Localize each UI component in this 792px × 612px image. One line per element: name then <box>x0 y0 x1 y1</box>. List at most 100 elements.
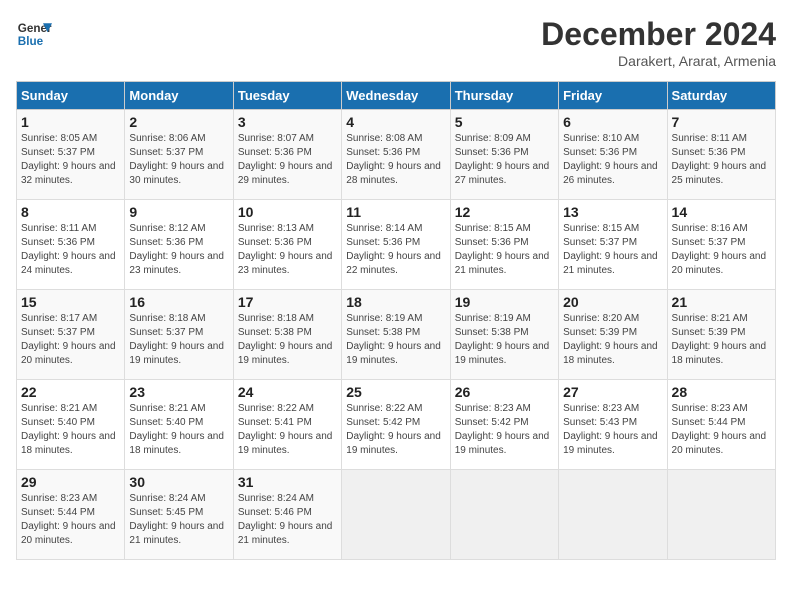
location-subtitle: Darakert, Ararat, Armenia <box>541 53 776 69</box>
day-number: 13 <box>563 204 662 220</box>
day-cell: 27 Sunrise: 8:23 AMSunset: 5:43 PMDaylig… <box>559 380 667 470</box>
day-info: Sunrise: 8:22 AMSunset: 5:41 PMDaylight:… <box>238 402 337 458</box>
day-cell: 1 Sunrise: 8:05 AMSunset: 5:37 PMDayligh… <box>17 110 125 200</box>
day-info: Sunrise: 8:05 AMSunset: 5:37 PMDaylight:… <box>21 132 120 188</box>
logo-icon: General Blue <box>16 16 52 52</box>
header-day-friday: Friday <box>559 82 667 110</box>
calendar-header: SundayMondayTuesdayWednesdayThursdayFrid… <box>17 82 776 110</box>
day-number: 20 <box>563 294 662 310</box>
day-number: 16 <box>129 294 228 310</box>
logo: General Blue <box>16 16 52 52</box>
day-info: Sunrise: 8:21 AMSunset: 5:40 PMDaylight:… <box>21 402 120 458</box>
header-day-wednesday: Wednesday <box>342 82 450 110</box>
day-cell: 16 Sunrise: 8:18 AMSunset: 5:37 PMDaylig… <box>125 290 233 380</box>
header-row: SundayMondayTuesdayWednesdayThursdayFrid… <box>17 82 776 110</box>
day-info: Sunrise: 8:15 AMSunset: 5:36 PMDaylight:… <box>455 222 554 278</box>
day-info: Sunrise: 8:11 AMSunset: 5:36 PMDaylight:… <box>672 132 771 188</box>
day-cell: 26 Sunrise: 8:23 AMSunset: 5:42 PMDaylig… <box>450 380 558 470</box>
day-cell: 23 Sunrise: 8:21 AMSunset: 5:40 PMDaylig… <box>125 380 233 470</box>
day-info: Sunrise: 8:24 AMSunset: 5:46 PMDaylight:… <box>238 492 337 548</box>
header-day-saturday: Saturday <box>667 82 775 110</box>
day-cell: 3 Sunrise: 8:07 AMSunset: 5:36 PMDayligh… <box>233 110 341 200</box>
day-cell: 15 Sunrise: 8:17 AMSunset: 5:37 PMDaylig… <box>17 290 125 380</box>
calendar-body: 1 Sunrise: 8:05 AMSunset: 5:37 PMDayligh… <box>17 110 776 560</box>
day-number: 28 <box>672 384 771 400</box>
day-info: Sunrise: 8:24 AMSunset: 5:45 PMDaylight:… <box>129 492 228 548</box>
day-info: Sunrise: 8:18 AMSunset: 5:38 PMDaylight:… <box>238 312 337 368</box>
calendar-table: SundayMondayTuesdayWednesdayThursdayFrid… <box>16 81 776 560</box>
day-number: 15 <box>21 294 120 310</box>
day-number: 22 <box>21 384 120 400</box>
day-info: Sunrise: 8:11 AMSunset: 5:36 PMDaylight:… <box>21 222 120 278</box>
header-day-sunday: Sunday <box>17 82 125 110</box>
page-header: General Blue December 2024 Darakert, Ara… <box>16 16 776 69</box>
day-info: Sunrise: 8:06 AMSunset: 5:37 PMDaylight:… <box>129 132 228 188</box>
day-cell: 24 Sunrise: 8:22 AMSunset: 5:41 PMDaylig… <box>233 380 341 470</box>
day-cell: 25 Sunrise: 8:22 AMSunset: 5:42 PMDaylig… <box>342 380 450 470</box>
day-info: Sunrise: 8:18 AMSunset: 5:37 PMDaylight:… <box>129 312 228 368</box>
day-info: Sunrise: 8:23 AMSunset: 5:42 PMDaylight:… <box>455 402 554 458</box>
day-number: 18 <box>346 294 445 310</box>
day-number: 8 <box>21 204 120 220</box>
day-number: 11 <box>346 204 445 220</box>
day-number: 25 <box>346 384 445 400</box>
day-cell: 6 Sunrise: 8:10 AMSunset: 5:36 PMDayligh… <box>559 110 667 200</box>
day-info: Sunrise: 8:21 AMSunset: 5:39 PMDaylight:… <box>672 312 771 368</box>
day-cell <box>667 470 775 560</box>
day-number: 4 <box>346 114 445 130</box>
day-info: Sunrise: 8:23 AMSunset: 5:44 PMDaylight:… <box>21 492 120 548</box>
day-number: 12 <box>455 204 554 220</box>
day-number: 9 <box>129 204 228 220</box>
day-cell: 2 Sunrise: 8:06 AMSunset: 5:37 PMDayligh… <box>125 110 233 200</box>
day-cell: 28 Sunrise: 8:23 AMSunset: 5:44 PMDaylig… <box>667 380 775 470</box>
day-number: 24 <box>238 384 337 400</box>
header-day-monday: Monday <box>125 82 233 110</box>
day-number: 27 <box>563 384 662 400</box>
day-cell: 17 Sunrise: 8:18 AMSunset: 5:38 PMDaylig… <box>233 290 341 380</box>
day-cell: 4 Sunrise: 8:08 AMSunset: 5:36 PMDayligh… <box>342 110 450 200</box>
day-cell: 5 Sunrise: 8:09 AMSunset: 5:36 PMDayligh… <box>450 110 558 200</box>
day-number: 10 <box>238 204 337 220</box>
day-number: 17 <box>238 294 337 310</box>
day-info: Sunrise: 8:19 AMSunset: 5:38 PMDaylight:… <box>455 312 554 368</box>
week-row-3: 15 Sunrise: 8:17 AMSunset: 5:37 PMDaylig… <box>17 290 776 380</box>
day-info: Sunrise: 8:17 AMSunset: 5:37 PMDaylight:… <box>21 312 120 368</box>
day-number: 14 <box>672 204 771 220</box>
day-number: 19 <box>455 294 554 310</box>
day-number: 3 <box>238 114 337 130</box>
day-info: Sunrise: 8:23 AMSunset: 5:44 PMDaylight:… <box>672 402 771 458</box>
day-info: Sunrise: 8:09 AMSunset: 5:36 PMDaylight:… <box>455 132 554 188</box>
day-cell <box>450 470 558 560</box>
day-info: Sunrise: 8:19 AMSunset: 5:38 PMDaylight:… <box>346 312 445 368</box>
day-number: 6 <box>563 114 662 130</box>
week-row-1: 1 Sunrise: 8:05 AMSunset: 5:37 PMDayligh… <box>17 110 776 200</box>
day-info: Sunrise: 8:08 AMSunset: 5:36 PMDaylight:… <box>346 132 445 188</box>
day-cell: 8 Sunrise: 8:11 AMSunset: 5:36 PMDayligh… <box>17 200 125 290</box>
header-day-tuesday: Tuesday <box>233 82 341 110</box>
svg-text:Blue: Blue <box>18 35 44 48</box>
day-cell: 12 Sunrise: 8:15 AMSunset: 5:36 PMDaylig… <box>450 200 558 290</box>
day-info: Sunrise: 8:10 AMSunset: 5:36 PMDaylight:… <box>563 132 662 188</box>
day-cell: 30 Sunrise: 8:24 AMSunset: 5:45 PMDaylig… <box>125 470 233 560</box>
day-cell: 19 Sunrise: 8:19 AMSunset: 5:38 PMDaylig… <box>450 290 558 380</box>
day-info: Sunrise: 8:20 AMSunset: 5:39 PMDaylight:… <box>563 312 662 368</box>
day-number: 2 <box>129 114 228 130</box>
day-number: 26 <box>455 384 554 400</box>
day-cell: 22 Sunrise: 8:21 AMSunset: 5:40 PMDaylig… <box>17 380 125 470</box>
day-cell: 14 Sunrise: 8:16 AMSunset: 5:37 PMDaylig… <box>667 200 775 290</box>
title-block: December 2024 Darakert, Ararat, Armenia <box>541 16 776 69</box>
day-number: 23 <box>129 384 228 400</box>
day-cell: 7 Sunrise: 8:11 AMSunset: 5:36 PMDayligh… <box>667 110 775 200</box>
day-number: 5 <box>455 114 554 130</box>
day-info: Sunrise: 8:22 AMSunset: 5:42 PMDaylight:… <box>346 402 445 458</box>
day-info: Sunrise: 8:07 AMSunset: 5:36 PMDaylight:… <box>238 132 337 188</box>
day-cell: 18 Sunrise: 8:19 AMSunset: 5:38 PMDaylig… <box>342 290 450 380</box>
day-number: 29 <box>21 474 120 490</box>
day-cell: 31 Sunrise: 8:24 AMSunset: 5:46 PMDaylig… <box>233 470 341 560</box>
day-info: Sunrise: 8:16 AMSunset: 5:37 PMDaylight:… <box>672 222 771 278</box>
day-info: Sunrise: 8:12 AMSunset: 5:36 PMDaylight:… <box>129 222 228 278</box>
day-info: Sunrise: 8:13 AMSunset: 5:36 PMDaylight:… <box>238 222 337 278</box>
day-number: 30 <box>129 474 228 490</box>
day-cell: 13 Sunrise: 8:15 AMSunset: 5:37 PMDaylig… <box>559 200 667 290</box>
month-title: December 2024 <box>541 16 776 53</box>
